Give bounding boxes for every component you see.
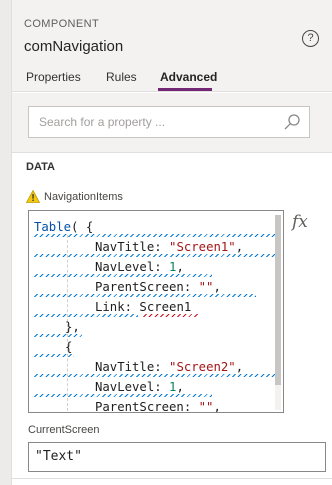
divider <box>12 478 332 479</box>
error-squiggle <box>34 294 256 297</box>
error-squiggle <box>34 394 212 397</box>
code-token: }, <box>65 320 80 334</box>
code-token: "Screen2" <box>169 360 236 374</box>
code-token: "" <box>198 400 214 413</box>
code-token: , <box>213 280 221 294</box>
tab-properties[interactable]: Properties <box>26 70 81 92</box>
code-token: NavTitle: <box>95 240 170 254</box>
code-token: ParentScreen: <box>95 280 199 294</box>
code-token: , <box>176 380 184 394</box>
property-label: NavigationItems <box>44 191 123 203</box>
error-squiggle <box>34 234 283 237</box>
current-screen-label: CurrentScreen <box>28 424 100 436</box>
code-token: , <box>213 400 221 413</box>
code-token: NavTitle: <box>95 360 170 374</box>
error-squiggle <box>34 314 138 317</box>
error-squiggle <box>34 274 212 277</box>
fx-icon[interactable]: fx <box>292 212 308 232</box>
current-screen-value: "Text" <box>35 449 82 464</box>
code-token: , <box>176 260 184 274</box>
code-token: , <box>235 360 244 374</box>
code-token: { <box>65 340 73 354</box>
control-kind: COMPONENT <box>24 18 100 30</box>
error-squiggle <box>34 334 82 337</box>
error-squiggle <box>34 254 276 257</box>
panel-header: COMPONENT comNavigation ? Properties Rul… <box>12 0 332 92</box>
warning-icon <box>26 190 40 203</box>
search-area: Search for a property ... <box>12 93 332 153</box>
left-strip <box>0 0 12 485</box>
properties-panel: COMPONENT comNavigation ? Properties Rul… <box>12 0 332 485</box>
error-squiggle <box>34 354 74 357</box>
code-token: "" <box>198 280 214 294</box>
component-name: comNavigation <box>24 38 124 55</box>
code-token: "Screen1" <box>169 240 236 254</box>
code-token: NavLevel: <box>95 260 170 274</box>
search-input[interactable]: Search for a property ... <box>39 115 165 129</box>
code-token: ( { <box>71 220 94 234</box>
code-token: NavLevel: <box>95 380 170 394</box>
search-icon[interactable] <box>283 113 301 131</box>
active-tab-indicator <box>158 88 212 91</box>
section-title-data: DATA <box>26 161 55 173</box>
formula-editor[interactable]: Table( { NavTitle: "Screen1", NavLevel: … <box>28 210 284 413</box>
tab-rules[interactable]: Rules <box>106 70 137 92</box>
code-token: , <box>235 240 244 254</box>
error-squiggle-red <box>143 314 199 317</box>
code-token: ParentScreen: <box>95 400 199 413</box>
help-icon[interactable]: ? <box>302 30 319 47</box>
code-token: Link: <box>95 300 140 314</box>
current-screen-input[interactable]: "Text" <box>28 442 326 472</box>
code-token: Table <box>34 220 72 234</box>
code-line: ParentScreen: "", <box>95 397 221 413</box>
editor-scrollbar-thumb[interactable] <box>275 215 281 385</box>
search-box[interactable]: Search for a property ... <box>28 106 310 138</box>
error-squiggle <box>34 374 282 377</box>
code-token: Screen1 <box>139 300 192 314</box>
